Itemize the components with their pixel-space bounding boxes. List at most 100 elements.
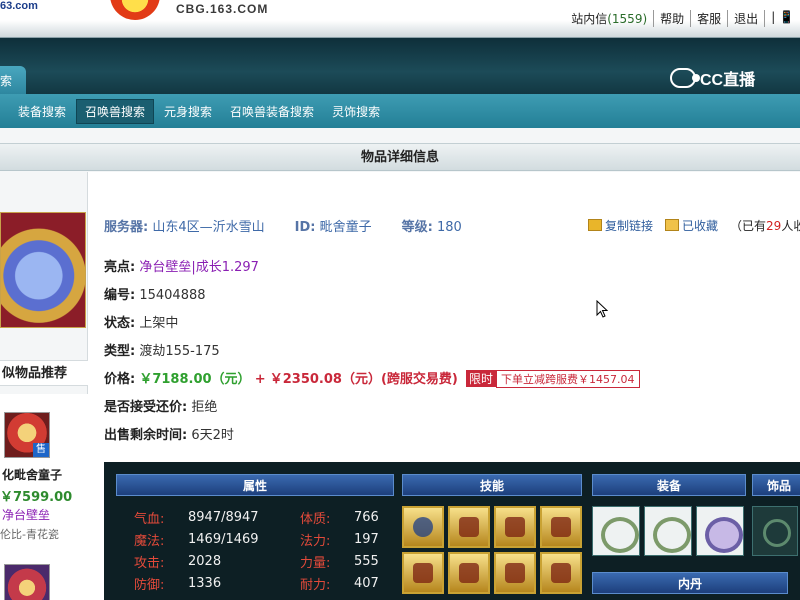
highlight-label: 亮点:	[104, 260, 136, 275]
type-row: 类型: 渡劫155-175	[104, 340, 220, 359]
similar-item-card[interactable]: 售 化毗舍童子 ￥7599.00 净台壁垒 伦比-青花瓷	[0, 394, 88, 600]
tab-search[interactable]: 索	[0, 66, 26, 94]
sold-badge: 售	[33, 443, 49, 457]
attr-row: 气血: 8947/8947 体质: 766	[134, 506, 394, 528]
cc-logo-icon	[670, 68, 700, 88]
attr-value: 197	[354, 531, 379, 547]
left-column: 似物品推荐 售 化毗舍童子 ￥7599.00 净台壁垒 伦比-青花瓷	[0, 172, 88, 600]
accessory-slot-icon[interactable]	[752, 506, 798, 556]
remaining-value: 6天2时	[191, 428, 234, 443]
price-plus: +	[254, 372, 266, 387]
cc-live-watermark: CC直播	[670, 66, 755, 90]
skill-header: 技能	[402, 474, 582, 496]
service-link[interactable]: 客服	[690, 10, 727, 27]
highlight-row: 亮点: 净台壁垒|成长1.297	[104, 256, 259, 275]
subnav-accessory-search[interactable]: 灵饰搜索	[324, 100, 388, 123]
skill-icon-7[interactable]	[494, 552, 536, 594]
attr-row: 防御: 1336 耐力: 407	[134, 572, 394, 594]
number-label: 编号:	[104, 288, 136, 303]
favorite-button[interactable]: 已收藏	[665, 217, 718, 234]
skill-icon-4[interactable]	[540, 506, 582, 548]
attr-key: 防御:	[134, 577, 165, 593]
skill-icon-2[interactable]	[448, 506, 490, 548]
inbox-link[interactable]: 站内信(1559)	[565, 10, 653, 27]
bargain-value: 拒绝	[191, 400, 218, 415]
pet-attribute-panel: 属性 技能 装备 饰品 气血: 8947/8947 体质: 766 魔法: 1469/…	[104, 462, 800, 600]
id-label: ID:	[294, 220, 316, 235]
attr-value: 2028	[188, 553, 222, 569]
limit-note: 下单立减跨服费￥1457.04	[496, 370, 640, 388]
attr-header: 属性	[116, 474, 394, 496]
copy-link-icon	[588, 219, 602, 231]
subnav-equipment-search[interactable]: 装备搜索	[10, 100, 74, 123]
number-value: 15404888	[139, 288, 206, 303]
similar-item-thumbnail-2[interactable]	[4, 564, 50, 600]
skill-icon-6[interactable]	[448, 552, 490, 594]
id-value: 毗舍童子	[319, 220, 372, 235]
mouse-cursor-icon	[596, 300, 608, 318]
copy-link-button[interactable]: 复制链接	[588, 217, 653, 234]
attr-key: 力量:	[300, 555, 331, 571]
status-value: 上架中	[139, 316, 179, 331]
server-value: 山东4区—沂水雪山	[152, 220, 265, 235]
item-actions: 复制链接 已收藏 （已有29人收	[588, 217, 800, 234]
attr-key: 攻击:	[134, 555, 165, 571]
equip-armor-icon[interactable]	[696, 506, 744, 556]
remaining-row: 出售剩余时间: 6天2时	[104, 424, 234, 443]
subnav-pet-equipment-search[interactable]: 召唤兽装备搜索	[222, 100, 322, 123]
attr-value: 555	[354, 553, 379, 569]
neidan-header: 内丹	[592, 572, 788, 594]
type-value: 渡劫155-175	[139, 344, 220, 359]
subnav-character-search[interactable]: 元身搜索	[156, 100, 220, 123]
help-link[interactable]: 帮助	[653, 10, 690, 27]
attr-row: 攻击: 2028 力量: 555	[134, 550, 394, 572]
fav-count-number: 29	[766, 219, 782, 233]
limit-badge: 限时	[466, 370, 497, 387]
attr-key: 法力:	[300, 533, 331, 549]
subnav-pet-search[interactable]: 召唤兽搜索	[76, 98, 155, 124]
favorite-label: 已收藏	[682, 219, 719, 233]
mobile-link[interactable]: | 📱	[764, 10, 800, 27]
pet-avatar	[0, 212, 86, 328]
level-value: 180	[436, 220, 462, 235]
attr-value: 8947/8947	[188, 509, 259, 525]
bargain-label: 是否接受还价:	[104, 400, 188, 415]
skill-icon-8[interactable]	[540, 552, 582, 594]
game-logo-icon	[110, 0, 160, 20]
inbox-label: 站内信	[571, 12, 608, 26]
similar-item-server: 伦比-青花瓷	[0, 528, 59, 541]
status-row: 状态: 上架中	[104, 312, 178, 331]
site-logo[interactable]: 63.com	[0, 0, 38, 12]
item-header-row: 服务器: 山东4区—沂水雪山 ID: 毗舍童子 等级: 180	[104, 216, 462, 235]
logout-link[interactable]: 退出	[727, 10, 764, 27]
favorite-count: （已有29人收	[730, 217, 800, 234]
skill-icon-1[interactable]	[402, 506, 444, 548]
fav-count-prefix: （已有	[730, 219, 767, 233]
similar-heading: 似物品推荐	[0, 360, 88, 386]
attr-key: 气血:	[134, 511, 165, 527]
accessory-header: 饰品	[752, 474, 800, 496]
remaining-label: 出售剩余时间:	[104, 428, 188, 443]
inbox-count: (1559)	[607, 12, 648, 26]
attr-key: 耐力:	[300, 577, 331, 593]
top-links: 站内信(1559) 帮助 客服 退出 | 📱	[565, 10, 800, 27]
skill-icon-3[interactable]	[494, 506, 536, 548]
number-row: 编号: 15404888	[104, 284, 206, 303]
price-label: 价格:	[104, 372, 136, 387]
skill-icon-5[interactable]	[402, 552, 444, 594]
equip-ring-icon[interactable]	[592, 506, 640, 556]
attr-key: 体质:	[300, 511, 331, 527]
equip-wreath-icon[interactable]	[644, 506, 692, 556]
attr-key: 魔法:	[134, 533, 165, 549]
type-label: 类型:	[104, 344, 136, 359]
favorite-icon	[665, 219, 680, 231]
top-banner: 63.com CBG.163.COM 站内信(1559) 帮助 客服 退出 | …	[0, 0, 800, 38]
detail-title: 物品详细信息	[0, 143, 800, 171]
equip-header: 装备	[592, 474, 746, 496]
similar-item-name[interactable]: 化毗舍童子	[2, 466, 62, 483]
highlight-value: 净台壁垒|成长1.297	[139, 260, 259, 275]
copy-link-label: 复制链接	[605, 219, 654, 233]
status-label: 状态:	[104, 316, 136, 331]
attr-value: 766	[354, 509, 379, 525]
similar-item-thumbnail[interactable]: 售	[4, 412, 50, 458]
